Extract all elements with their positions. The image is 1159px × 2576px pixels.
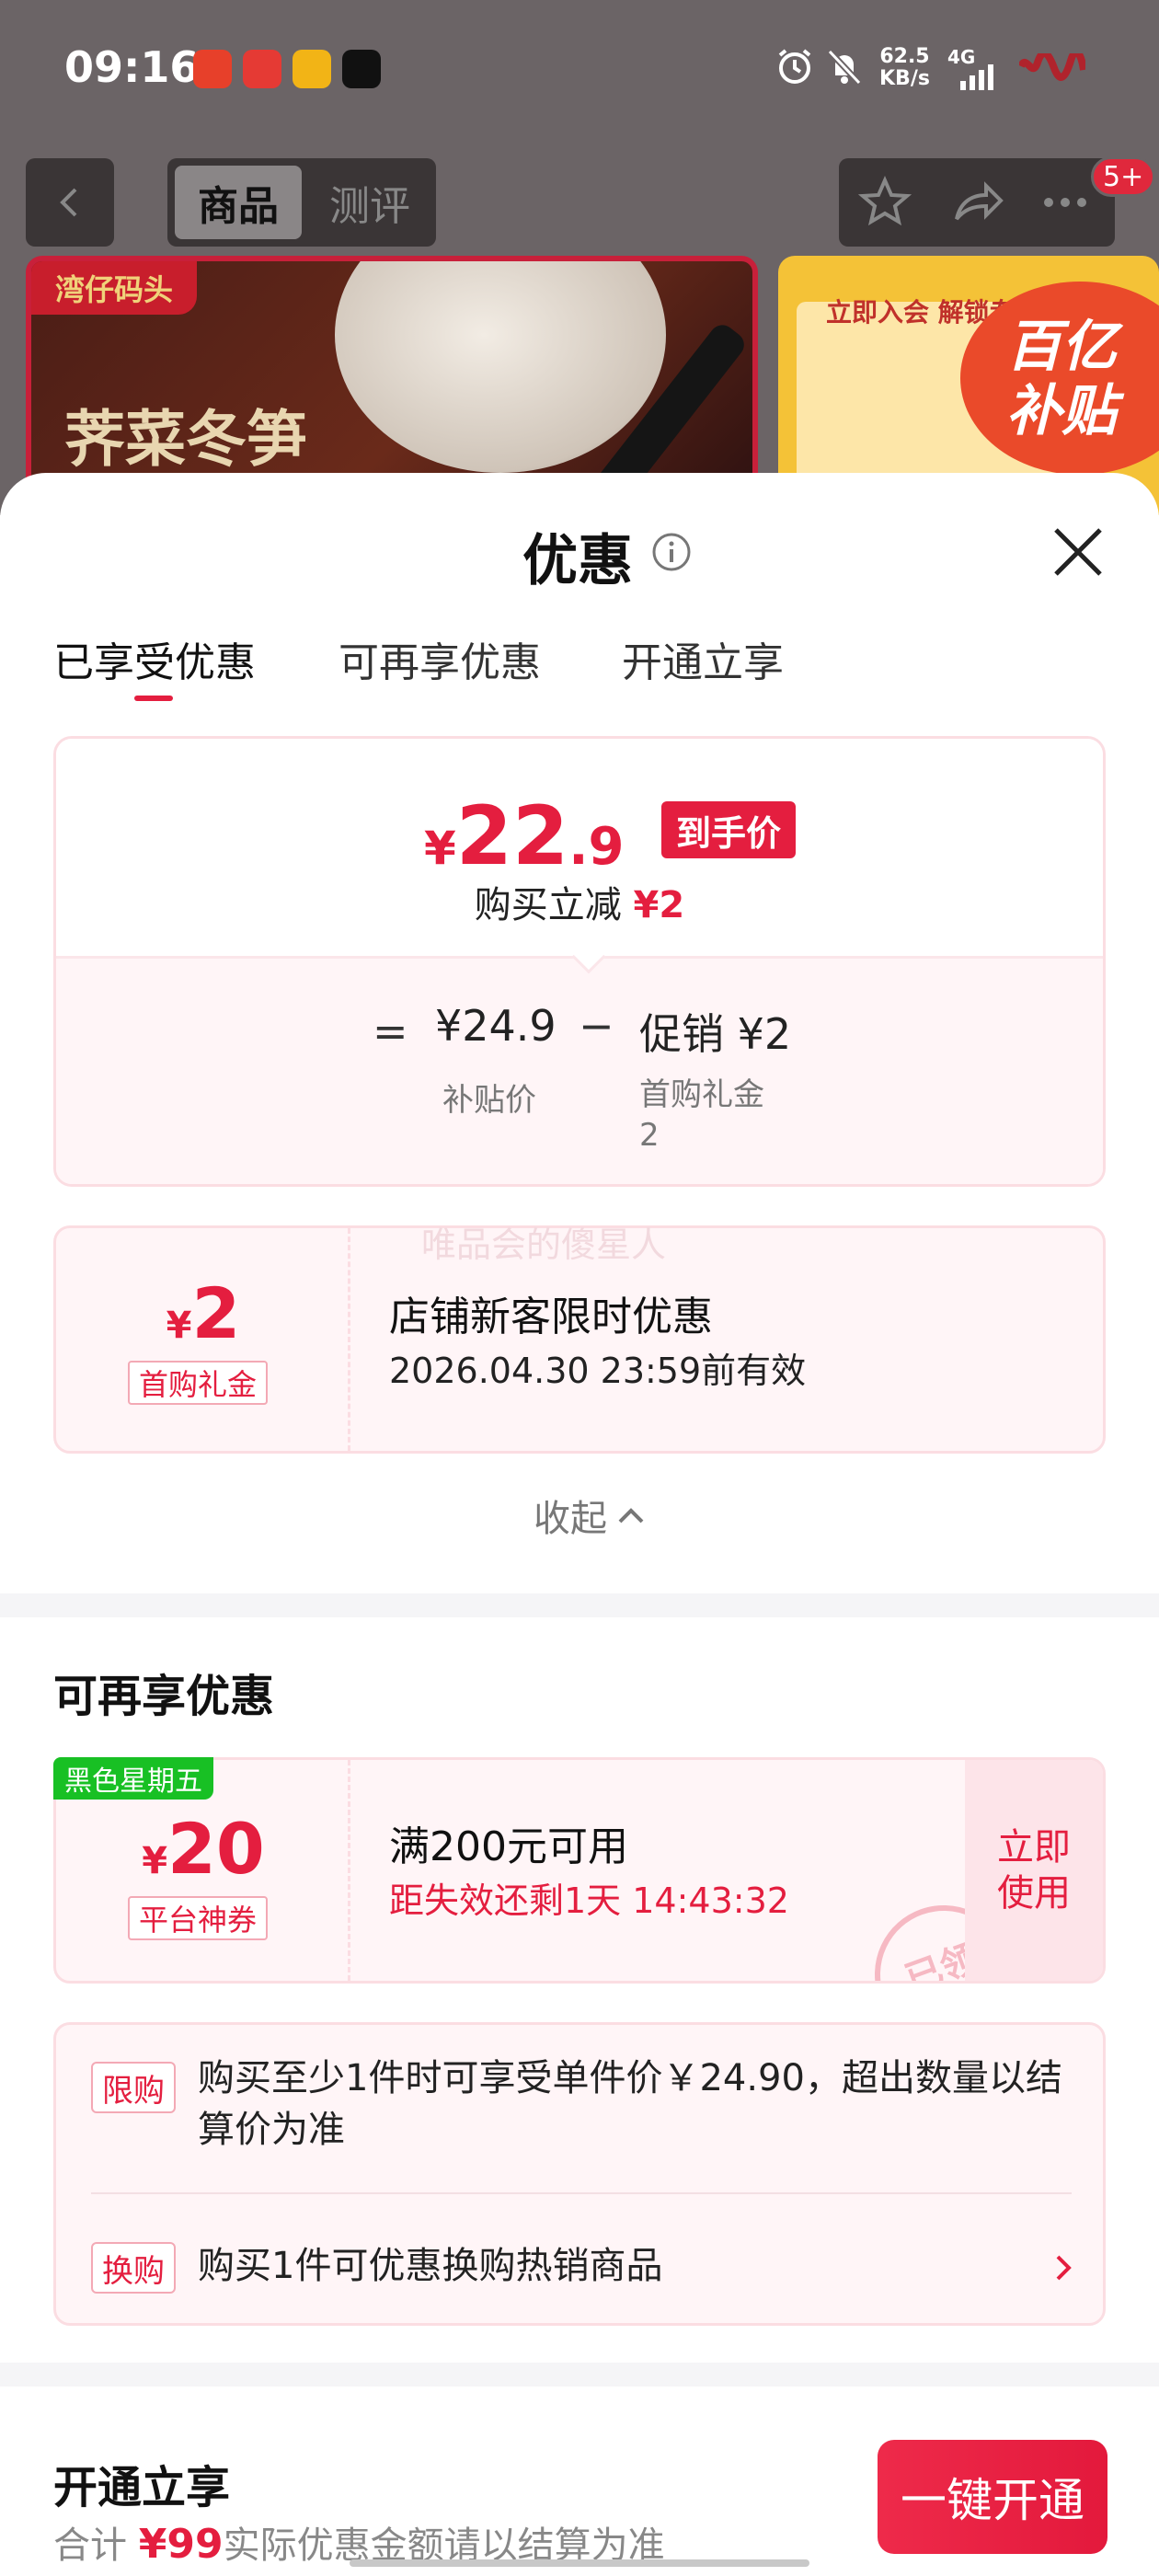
use-now-label-2: 使用	[997, 1872, 1071, 1915]
reduce-amount: ¥2	[633, 884, 685, 926]
info-icon[interactable]	[651, 532, 692, 572]
minus-sign: −	[579, 1001, 614, 1051]
sheet-title-wrap: 优惠	[522, 519, 633, 593]
coupon-type-tag: 首购礼金	[128, 1361, 269, 1405]
reduce-line: 购买立减 ¥2	[56, 875, 1103, 928]
home-indicator[interactable]	[350, 2559, 809, 2567]
purchase-rules-card: 限购 购买至少1件时可享受单件价￥24.90，超出数量以结算价为准 换购 购买1…	[53, 2022, 1106, 2326]
black-friday-badge: 黑色星期五	[53, 1757, 213, 1800]
promo-label-value: 2	[639, 1117, 660, 1154]
discount-sheet: 优惠 已享受优惠 可再享优惠 开通立享 ¥22.9 到手价 购买立减 ¥2 = …	[0, 473, 1159, 2576]
final-price: ¥22.9	[424, 788, 625, 883]
coupon-type-tag: 平台神券	[128, 1896, 269, 1940]
section-divider	[0, 2363, 1159, 2386]
status-time: 09:16	[64, 42, 200, 92]
product-page-background: 09:16 62.5 KB/s 4G 商品 测评 5+ 湾仔码头 荠菜冬笋 立即…	[0, 0, 1159, 515]
message-count-badge: 5+	[1091, 156, 1156, 197]
price-formula: = ¥24.9 − 促销 ¥2 补贴价 首购礼金 2	[56, 956, 1103, 1184]
rule-tag-limit: 限购	[91, 2062, 176, 2113]
tab-review[interactable]: 测评	[311, 166, 429, 239]
total-prefix: 合计	[53, 2524, 127, 2567]
collapse-label: 收起	[534, 1498, 607, 1540]
sheet-title: 优惠	[522, 528, 633, 593]
coupon-title: 满200元可用	[389, 1823, 628, 1870]
final-price-dec: .9	[568, 817, 625, 877]
net-speed-value: 62.5	[879, 45, 930, 68]
discount-tabs: 已享受优惠 可再享优惠 开通立享	[0, 629, 1159, 703]
currency-symbol: ¥	[424, 822, 456, 875]
alarm-icon	[778, 49, 811, 84]
status-bar: 09:16 62.5 KB/s 4G	[0, 0, 1159, 138]
subsidy-price-label: 补贴价	[442, 1082, 536, 1119]
more-icon[interactable]	[1038, 175, 1093, 230]
use-now-label-1: 立即	[997, 1826, 1071, 1869]
nav-actions	[839, 158, 1115, 247]
equals-sign: =	[373, 1006, 408, 1056]
banner-text: 荠菜冬笋	[64, 404, 307, 475]
subsidy-line-2: 补贴	[1006, 379, 1117, 443]
price-breakdown-card: ¥22.9 到手价 购买立减 ¥2 = ¥24.9 − 促销 ¥2 补贴价 首购…	[53, 736, 1106, 1187]
tab-more[interactable]: 可再享优惠	[339, 629, 541, 688]
total-amount: ¥99	[138, 2521, 224, 2568]
coupon-countdown: 距失效还剩1天 14:43:32	[389, 1880, 789, 1921]
final-price-int: 22	[455, 788, 569, 883]
tab-product[interactable]: 商品	[175, 166, 302, 239]
share-icon[interactable]	[949, 175, 1004, 230]
rule-divider	[91, 2192, 1072, 2194]
price-card-top: ¥22.9 到手价 购买立减 ¥2	[56, 739, 1103, 956]
coupon-currency: ¥	[142, 1840, 168, 1882]
chevron-right-icon[interactable]	[1050, 2249, 1077, 2286]
coupon-amount: ¥2	[56, 1272, 350, 1354]
tab-open[interactable]: 开通立享	[622, 629, 784, 688]
battery-icon	[1019, 53, 1085, 81]
coupon-validity: 2026.04.30 23:59前有效	[389, 1351, 807, 1391]
use-now-button[interactable]: 立即 使用	[965, 1760, 1103, 1981]
subsidy-line-1: 百亿	[1006, 315, 1117, 379]
watermark: 唯品会的傻星人	[421, 1225, 667, 1265]
tiktok-icon	[342, 50, 381, 88]
promo-label: 首购礼金 2	[639, 1075, 764, 1156]
coupon-title: 店铺新客限时优惠	[389, 1294, 713, 1340]
chevron-left-icon	[60, 188, 77, 217]
final-price-tag: 到手价	[661, 801, 797, 858]
brand-tag: 湾仔码头	[31, 261, 198, 315]
more-section-title: 可再享优惠	[53, 1671, 275, 1722]
rule-text-exchange[interactable]: 购买1件可优惠换购热销商品	[198, 2240, 1062, 2292]
coupon-value-area: ¥2 首购礼金	[56, 1228, 350, 1451]
app-notification-icon	[243, 50, 281, 88]
active-tab-indicator	[134, 696, 173, 701]
chevron-up-icon	[618, 1508, 644, 1524]
signal-icon	[960, 64, 993, 90]
net-speed: 62.5 KB/s	[879, 46, 930, 90]
coupon-currency: ¥	[166, 1305, 192, 1347]
star-icon[interactable]	[857, 175, 912, 230]
weibo-icon	[293, 50, 331, 88]
section-divider	[0, 1593, 1159, 1617]
collapse-button[interactable]: 收起	[534, 1489, 648, 1542]
dumpling-image	[335, 261, 666, 473]
net-speed-unit: KB/s	[879, 67, 930, 90]
tab-enjoyed[interactable]: 已享受优惠	[53, 629, 256, 688]
promo-label-text: 首购礼金	[639, 1076, 764, 1113]
app-notification-icon	[193, 50, 232, 88]
coupon-amount-value: 20	[167, 1808, 265, 1890]
open-section-title: 开通立享	[53, 2462, 231, 2513]
product-tabs: 商品 测评	[167, 158, 436, 247]
close-icon[interactable]	[1049, 523, 1107, 581]
coupon-amount: ¥20	[56, 1808, 350, 1890]
back-button[interactable]	[26, 158, 114, 247]
subsidy-price: ¥24.9	[435, 1001, 557, 1051]
mute-icon	[827, 49, 862, 86]
coupon-amount-value: 2	[191, 1272, 241, 1354]
reduce-text: 购买立减	[474, 884, 622, 926]
rule-text-limit: 购买至少1件时可享受单件价￥24.90，超出数量以结算价为准	[198, 2057, 1062, 2151]
one-click-open-button[interactable]: 一键开通	[878, 2440, 1107, 2554]
rule-tag-exchange: 换购	[91, 2242, 176, 2294]
promo-amount: 促销 ¥2	[639, 1009, 792, 1059]
